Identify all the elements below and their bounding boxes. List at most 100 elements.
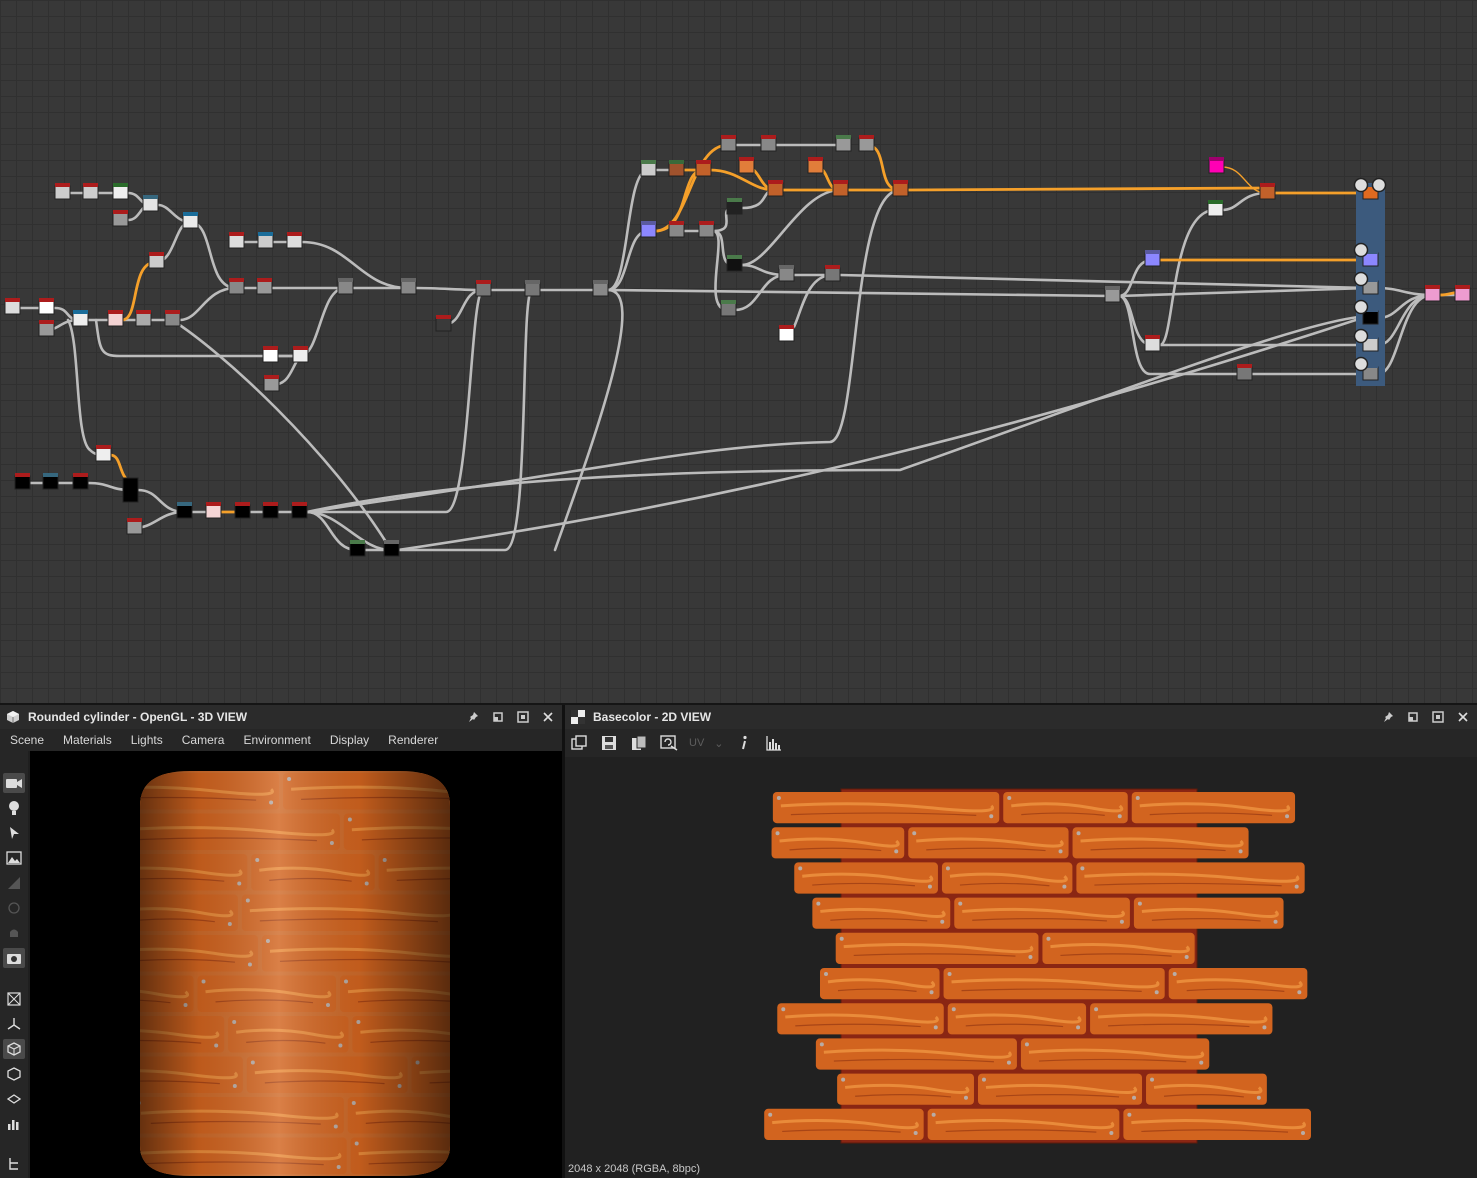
graph-node[interactable] xyxy=(122,477,139,503)
graph-node[interactable] xyxy=(135,312,152,327)
light-bulb-icon[interactable] xyxy=(3,798,25,818)
screenshot-icon[interactable] xyxy=(3,948,25,968)
graph-node[interactable] xyxy=(592,282,609,297)
graph-node[interactable] xyxy=(698,223,715,238)
graph-node[interactable] xyxy=(228,280,245,295)
menu-environment[interactable]: Environment xyxy=(243,733,310,747)
2d-viewport[interactable] xyxy=(565,757,1477,1178)
save-icon[interactable] xyxy=(599,733,619,753)
graph-node[interactable] xyxy=(1208,159,1225,174)
graph-node[interactable] xyxy=(54,185,71,200)
close-icon[interactable] xyxy=(1455,709,1471,725)
graph-node[interactable] xyxy=(164,312,181,327)
graph-node[interactable] xyxy=(176,504,193,519)
copy-icon[interactable] xyxy=(569,733,589,753)
info-icon[interactable] xyxy=(734,733,754,753)
node-graph-canvas[interactable] xyxy=(0,0,1477,703)
graph-node[interactable] xyxy=(1454,287,1471,302)
restore-icon[interactable] xyxy=(490,709,506,725)
graph-node[interactable] xyxy=(400,280,417,295)
graph-node[interactable] xyxy=(738,159,755,174)
graph-node[interactable] xyxy=(778,267,795,282)
graph-node[interactable] xyxy=(720,137,737,152)
graph-node[interactable] xyxy=(435,317,452,332)
histogram-icon[interactable] xyxy=(764,733,784,753)
graph-node[interactable] xyxy=(778,327,795,342)
graph-node[interactable] xyxy=(1236,366,1253,381)
graph-node[interactable] xyxy=(182,214,199,229)
graph-node[interactable] xyxy=(807,159,824,174)
bar-chart-icon[interactable] xyxy=(3,1114,25,1134)
graph-node[interactable] xyxy=(760,137,777,152)
grid-icon[interactable] xyxy=(3,873,25,893)
graph-node[interactable] xyxy=(640,223,657,238)
graph-node[interactable] xyxy=(720,302,737,317)
menu-lights[interactable]: Lights xyxy=(131,733,163,747)
hierarchy-icon[interactable] xyxy=(3,1154,25,1174)
cube-outline-icon[interactable] xyxy=(3,1064,25,1084)
menu-scene[interactable]: Scene xyxy=(10,733,44,747)
graph-node[interactable] xyxy=(95,447,112,462)
graph-node[interactable] xyxy=(263,377,280,392)
menu-renderer[interactable]: Renderer xyxy=(388,733,438,747)
layers-icon[interactable] xyxy=(3,1089,25,1109)
graph-node[interactable] xyxy=(1207,202,1224,217)
graph-node[interactable] xyxy=(126,520,143,535)
graph-node[interactable] xyxy=(257,234,274,249)
graph-node[interactable] xyxy=(695,162,712,177)
graph-node[interactable] xyxy=(524,282,541,297)
node-graph-svg[interactable] xyxy=(0,0,1477,703)
cube-wire-icon[interactable] xyxy=(3,989,25,1009)
graph-node[interactable] xyxy=(349,542,366,557)
graph-node[interactable] xyxy=(1362,310,1379,325)
graph-node[interactable] xyxy=(726,257,743,272)
graph-node[interactable] xyxy=(142,197,159,212)
graph-node[interactable] xyxy=(383,542,400,557)
menu-camera[interactable]: Camera xyxy=(182,733,225,747)
graph-node[interactable] xyxy=(835,137,852,152)
graph-node[interactable] xyxy=(205,504,222,519)
bell-icon[interactable] xyxy=(3,923,25,943)
graph-node[interactable] xyxy=(72,475,89,490)
camera-icon[interactable] xyxy=(3,773,25,793)
graph-node[interactable] xyxy=(824,267,841,282)
cursor-icon[interactable] xyxy=(3,823,25,843)
sphere-icon[interactable] xyxy=(3,898,25,918)
graph-node[interactable] xyxy=(112,212,129,227)
graph-node[interactable] xyxy=(767,182,784,197)
graph-node[interactable] xyxy=(256,280,273,295)
menu-display[interactable]: Display xyxy=(330,733,369,747)
graph-node[interactable] xyxy=(1424,287,1441,302)
pin-icon[interactable] xyxy=(465,709,481,725)
graph-node[interactable] xyxy=(292,348,309,363)
clipboard-icon[interactable] xyxy=(629,733,649,753)
chevron-down-icon[interactable]: ⌄ xyxy=(714,737,723,750)
graph-node[interactable] xyxy=(38,300,55,315)
graph-node[interactable] xyxy=(640,162,657,177)
graph-node[interactable] xyxy=(112,185,129,200)
graph-node[interactable] xyxy=(148,254,165,269)
maximize-icon[interactable] xyxy=(515,709,531,725)
3d-viewport[interactable] xyxy=(30,751,562,1178)
axes-icon[interactable] xyxy=(3,1014,25,1034)
graph-node[interactable] xyxy=(1104,288,1121,303)
menu-materials[interactable]: Materials xyxy=(63,733,112,747)
graph-node[interactable] xyxy=(1144,337,1161,352)
graph-node[interactable] xyxy=(291,504,308,519)
graph-node[interactable] xyxy=(726,200,743,215)
graph-node[interactable] xyxy=(38,322,55,337)
graph-node[interactable] xyxy=(668,162,685,177)
graph-node[interactable] xyxy=(475,282,492,297)
graph-node[interactable] xyxy=(668,223,685,238)
graph-node[interactable] xyxy=(107,312,124,327)
graph-node[interactable] xyxy=(286,234,303,249)
graph-node[interactable] xyxy=(72,312,89,327)
graph-node[interactable] xyxy=(82,185,99,200)
pin-icon[interactable] xyxy=(1380,709,1396,725)
graph-node[interactable] xyxy=(1259,185,1276,200)
restore-icon[interactable] xyxy=(1405,709,1421,725)
graph-node[interactable] xyxy=(228,234,245,249)
graph-node[interactable] xyxy=(234,504,251,519)
close-icon[interactable] xyxy=(540,709,556,725)
graph-node[interactable] xyxy=(42,475,59,490)
